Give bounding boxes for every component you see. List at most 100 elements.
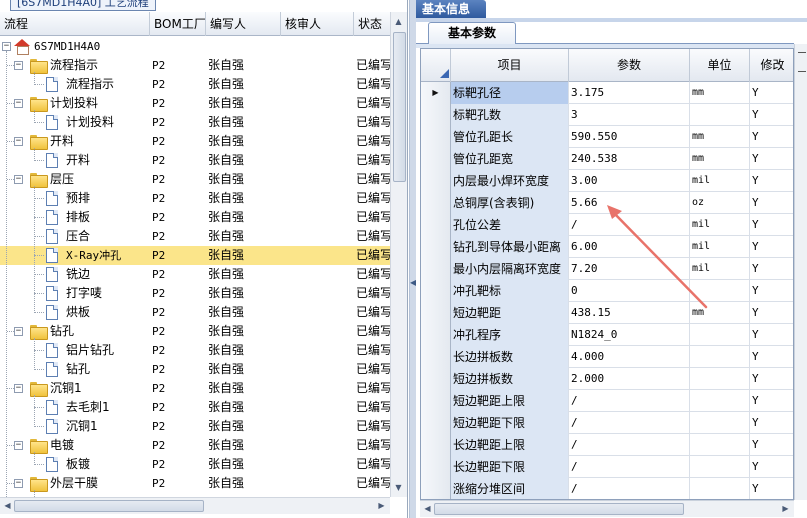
col-header-unit[interactable]: 单位 [690,49,750,82]
unit-cell[interactable] [690,368,750,390]
collapse-toggle-icon[interactable]: − [14,384,23,393]
param-row[interactable]: ▶ 标靶孔径 3.175 mm Y [421,82,793,104]
scroll-up-icon[interactable]: ▲ [391,14,406,29]
tree-folder-row[interactable]: − 钻孔 P2 张自强 已编写 [0,322,390,341]
tree-folder-row[interactable]: − 沉铜1 P2 张自强 已编写 [0,379,390,398]
modify-cell[interactable]: Y [750,236,793,258]
param-row[interactable]: 涨缩分堆区间 / Y [421,478,793,499]
param-cell[interactable]: 7.20 [569,258,690,280]
item-cell[interactable]: 管位孔距宽 [451,148,569,170]
param-cell[interactable]: / [569,434,690,456]
row-header[interactable] [421,368,451,390]
modify-cell[interactable]: Y [750,390,793,412]
unit-cell[interactable]: mil [690,214,750,236]
grid-vertical-scrollbar[interactable] [794,44,807,500]
scroll-down-icon[interactable]: ▼ [391,480,406,495]
tree-step-row[interactable]: 预排 P2 张自强 已编写 [0,189,390,208]
row-header[interactable] [421,412,451,434]
tree-step-row[interactable]: 铣边 P2 张自强 已编写 [0,265,390,284]
item-cell[interactable]: 短边靶距下限 [451,412,569,434]
col-header-writer[interactable]: 编写人 [206,12,281,36]
param-cell[interactable]: / [569,214,690,236]
param-row[interactable]: 管位孔距长 590.550 mm Y [421,126,793,148]
col-header-item[interactable]: 项目 [451,49,569,82]
modify-cell[interactable]: Y [750,280,793,302]
row-header[interactable] [421,170,451,192]
modify-cell[interactable]: Y [750,412,793,434]
collapse-toggle-icon[interactable]: − [14,441,23,450]
row-header[interactable] [421,280,451,302]
item-cell[interactable]: 短边拼板数 [451,368,569,390]
tree-step-row[interactable]: 铝片钻孔 P2 张自强 已编写 [0,341,390,360]
col-header-reviewer[interactable]: 核审人 [281,12,354,36]
grid-horizontal-scrollbar[interactable]: ◀ ▶ [420,500,794,517]
tree-step-row[interactable]: X-Ray冲孔 P2 张自强 已编写 [0,246,390,265]
unit-cell[interactable] [690,478,750,499]
item-cell[interactable]: 冲孔靶标 [451,280,569,302]
tree-folder-row[interactable]: − 电镀 P2 张自强 已编写 [0,436,390,455]
unit-cell[interactable] [690,390,750,412]
row-header[interactable] [421,456,451,478]
tree-folder-row[interactable]: − 外层干膜 P2 张自强 已编写 [0,474,390,493]
row-header[interactable] [421,236,451,258]
param-row[interactable]: 总铜厚(含表铜) 5.66 oz Y [421,192,793,214]
collapse-toggle-icon[interactable]: − [14,327,23,336]
modify-cell[interactable]: Y [750,302,793,324]
param-cell[interactable]: 5.66 [569,192,690,214]
tree-step-row[interactable]: 压合 P2 张自强 已编写 [0,227,390,246]
col-header-bom[interactable]: BOM工厂 [150,12,206,36]
row-header[interactable] [421,192,451,214]
param-row[interactable]: 内层最小焊环宽度 3.00 mil Y [421,170,793,192]
tree-folder-row[interactable]: − 层压 P2 张自强 已编写 [0,170,390,189]
param-cell[interactable]: / [569,456,690,478]
pane-splitter[interactable]: ◀ [409,0,416,518]
param-cell[interactable]: / [569,478,690,499]
item-cell[interactable]: 短边靶距 [451,302,569,324]
tree-step-row[interactable]: 打字唛 P2 张自强 已编写 [0,284,390,303]
modify-cell[interactable]: Y [750,192,793,214]
row-header[interactable] [421,126,451,148]
scroll-thumb[interactable] [14,500,204,512]
param-cell[interactable]: / [569,412,690,434]
param-cell[interactable]: N1824_0 [569,324,690,346]
param-row[interactable]: 长边靶距上限 / Y [421,434,793,456]
tree-step-row[interactable]: 板镀 P2 张自强 已编写 [0,455,390,474]
modify-cell[interactable]: Y [750,82,793,104]
collapse-toggle-icon[interactable]: − [14,137,23,146]
tree-root-row[interactable]: − 6S7MD1H4A0 [0,37,390,56]
col-header-flow[interactable]: 流程 [0,12,150,36]
scroll-left-icon[interactable]: ◀ [0,498,15,513]
collapse-toggle-icon[interactable]: − [14,175,23,184]
unit-cell[interactable] [690,346,750,368]
tab-basic-params[interactable]: 基本参数 [428,22,516,44]
param-cell[interactable]: 590.550 [569,126,690,148]
modify-cell[interactable]: Y [750,214,793,236]
unit-cell[interactable]: mil [690,258,750,280]
param-row[interactable]: 标靶孔数 3 Y [421,104,793,126]
tree-step-row[interactable]: 流程指示 P2 张自强 已编写 [0,75,390,94]
param-cell[interactable]: 2.000 [569,368,690,390]
item-cell[interactable]: 钻孔到导体最小距离 [451,236,569,258]
unit-cell[interactable] [690,412,750,434]
item-cell[interactable]: 长边靶距下限 [451,456,569,478]
item-cell[interactable]: 内层最小焊环宽度 [451,170,569,192]
unit-cell[interactable] [690,104,750,126]
unit-cell[interactable] [690,456,750,478]
item-cell[interactable]: 冲孔程序 [451,324,569,346]
param-cell[interactable]: 438.15 [569,302,690,324]
unit-cell[interactable]: mm [690,302,750,324]
item-cell[interactable]: 标靶孔数 [451,104,569,126]
unit-cell[interactable]: mil [690,170,750,192]
modify-cell[interactable]: Y [750,148,793,170]
modify-cell[interactable]: Y [750,368,793,390]
scroll-thumb[interactable] [434,503,684,515]
param-cell[interactable]: 0 [569,280,690,302]
col-header-status[interactable]: 状态 [354,12,390,36]
item-cell[interactable]: 涨缩分堆区间 [451,478,569,499]
item-cell[interactable]: 短边靶距上限 [451,390,569,412]
modify-cell[interactable]: Y [750,104,793,126]
param-cell[interactable]: / [569,390,690,412]
param-cell[interactable]: 3 [569,104,690,126]
scroll-right-icon[interactable]: ▶ [778,501,793,516]
param-row[interactable]: 管位孔距宽 240.538 mm Y [421,148,793,170]
